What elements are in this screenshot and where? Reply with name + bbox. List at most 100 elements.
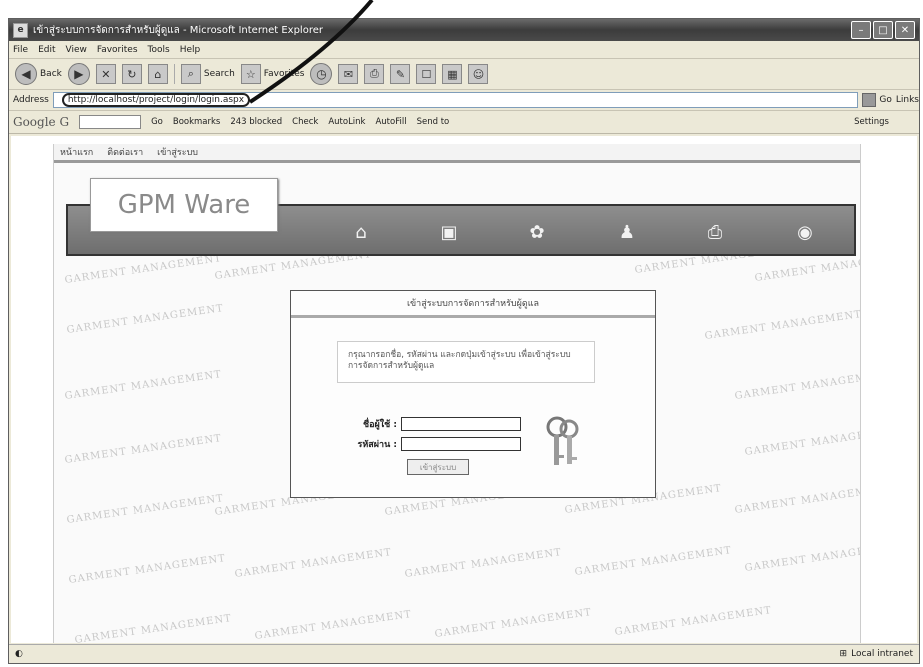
watermark-text: GARMENT MANAGEMENT — [734, 369, 861, 402]
history-button[interactable]: ◷ — [310, 63, 333, 85]
printer-menu-icon[interactable]: ⎙ — [702, 220, 728, 244]
menu-tools[interactable]: Tools — [148, 45, 170, 55]
back-label: Back — [40, 69, 62, 79]
watermark-text: GARMENT MANAGEMENT — [66, 303, 225, 336]
autofill-button[interactable]: AutoFill — [375, 117, 406, 127]
standard-toolbar: ◀ Back ▶ ✕ ↻ ⌂ ⌕ Search ☆ Favorites ◷ ✉ … — [9, 59, 919, 90]
window-title: เข้าสู่ระบบการจัดการสำหรับผู้ดูแล - Micr… — [33, 24, 323, 36]
zone-label: Local intranet — [851, 649, 913, 659]
messenger-button[interactable]: ☺ — [468, 64, 489, 84]
google-search-input[interactable] — [79, 115, 142, 129]
watermark-text: GARMENT MANAGEMENT — [64, 253, 223, 286]
links-label[interactable]: Links — [896, 95, 919, 105]
watermark-text: GARMENT MANAGEMENT — [66, 493, 225, 526]
menu-edit[interactable]: Edit — [38, 45, 55, 55]
watermark-text: GARMENT MANAGEMENT — [64, 433, 223, 466]
watermark-text: GARMENT MANAGEMENT — [704, 309, 861, 342]
edit-button[interactable]: ✎ — [390, 64, 411, 84]
go-arrow-icon — [862, 93, 877, 107]
back-arrow-icon: ◀ — [15, 63, 37, 85]
users-menu-icon[interactable]: ✿ — [524, 220, 550, 244]
menu-help[interactable]: Help — [180, 45, 201, 55]
power-menu-icon[interactable]: ◉ — [792, 220, 818, 244]
password-input[interactable] — [401, 437, 521, 451]
favorites-label: Favorites — [263, 69, 305, 79]
watermark-text: GARMENT MANAGEMENT — [404, 547, 563, 580]
close-button[interactable]: ✕ — [895, 21, 915, 39]
browser-viewport: GARMENT MANAGEMENT GARMENT MANAGEMENT GA… — [11, 136, 917, 643]
nav-home-link[interactable]: หน้าแรก — [60, 145, 93, 159]
mail-button[interactable]: ✉ — [338, 64, 359, 84]
watermark-text: GARMENT MANAGEMENT — [574, 545, 733, 578]
username-label: ชื่อผู้ใช้ : — [362, 420, 397, 430]
menu-bar: File Edit View Favorites Tools Help — [9, 41, 919, 59]
forward-button[interactable]: ▶ — [67, 63, 90, 85]
person-menu-icon[interactable]: ♟ — [614, 220, 640, 244]
username-row: ชื่อผู้ใช้ : — [345, 417, 521, 431]
bookmarks-button[interactable]: Bookmarks — [173, 117, 221, 127]
watermark-text: GARMENT MANAGEMENT — [74, 613, 233, 643]
search-icon: ⌕ — [180, 64, 201, 84]
nav-contact-link[interactable]: ติดต่อเรา — [107, 145, 143, 159]
google-go-button[interactable]: Go — [151, 117, 163, 127]
top-navigation: หน้าแรก ติดต่อเรา เข้าสู่ระบบ — [54, 144, 860, 163]
nav-login-link[interactable]: เข้าสู่ระบบ — [157, 145, 198, 159]
refresh-button[interactable]: ↻ — [121, 64, 142, 84]
print-button[interactable]: ⎙ — [364, 64, 385, 84]
stop-button[interactable]: ✕ — [95, 64, 116, 84]
title-bar: e เข้าสู่ระบบการจัดการสำหรับผู้ดูแล - Mi… — [9, 19, 919, 41]
zone-indicator: ⊞ Local intranet — [840, 649, 913, 659]
login-button[interactable]: เข้าสู่ระบบ — [407, 459, 469, 475]
maximize-button[interactable]: □ — [873, 21, 893, 39]
back-button[interactable]: ◀ Back — [15, 63, 62, 85]
watermark-text: GARMENT MANAGEMENT — [254, 609, 413, 642]
menu-file[interactable]: File — [13, 45, 28, 55]
discuss-button[interactable]: ☐ — [416, 64, 437, 84]
watermark-text: GARMENT MANAGEMENT — [614, 605, 773, 638]
browser-window: e เข้าสู่ระบบการจัดการสำหรับผู้ดูแล - Mi… — [8, 18, 920, 664]
calendar-menu-icon[interactable]: ▣ — [436, 220, 462, 244]
research-button[interactable]: ▦ — [442, 64, 463, 84]
popup-blocked-button[interactable]: 243 blocked — [230, 117, 282, 127]
status-bar: ◐ ⊞ Local intranet — [9, 644, 919, 663]
watermark-text: GARMENT MANAGEMENT — [68, 553, 227, 586]
address-input[interactable]: http://localhost/project/login/login.asp… — [52, 92, 859, 108]
site-logo: GPM Ware — [90, 178, 278, 232]
intranet-icon: ⊞ — [839, 649, 848, 659]
login-header: เข้าสู่ระบบการจัดการสำหรับผู้ดูแล — [291, 291, 655, 318]
minimize-button[interactable]: – — [851, 21, 871, 39]
menu-favorites[interactable]: Favorites — [97, 45, 138, 55]
home-button[interactable]: ⌂ — [147, 64, 168, 84]
favorites-button[interactable]: ☆ Favorites — [240, 64, 305, 84]
password-label: รหัสผ่าน : — [357, 440, 397, 450]
watermark-text: GARMENT MANAGEMENT — [64, 369, 223, 402]
address-url[interactable]: http://localhost/project/login/login.asp… — [61, 93, 251, 107]
watermark-text: GARMENT MANAGEMENT — [734, 483, 861, 516]
check-button[interactable]: Check — [292, 117, 318, 127]
page-status-icon: ◐ — [15, 649, 23, 659]
go-label: Go — [879, 95, 892, 105]
autolink-button[interactable]: AutoLink — [328, 117, 365, 127]
google-logo[interactable]: Google G — [13, 115, 69, 129]
watermark-text: GARMENT MANAGEMENT — [234, 547, 393, 580]
go-button[interactable]: Go — [862, 93, 892, 107]
address-label: Address — [13, 95, 49, 105]
watermark-text: GARMENT MANAGEMENT — [434, 607, 593, 640]
send-to-button[interactable]: Send to — [417, 117, 450, 127]
settings-button[interactable]: Settings — [854, 117, 919, 127]
ie-logo-icon: e — [13, 22, 28, 38]
menu-view[interactable]: View — [66, 45, 87, 55]
username-input[interactable] — [401, 417, 521, 431]
watermark-text: GARMENT MANAGEMENT — [744, 425, 861, 458]
home-menu-icon[interactable]: ⌂ — [348, 220, 374, 244]
search-button[interactable]: ⌕ Search — [180, 64, 235, 84]
google-toolbar: Google G Go Bookmarks 243 blocked Check … — [9, 111, 919, 134]
keys-icon — [546, 416, 579, 465]
login-instructions: กรุณากรอกชื่อ, รหัสผ่าน และกดปุ่มเข้าสู่… — [337, 341, 595, 383]
watermark-text: GARMENT MANAGEMENT — [744, 541, 861, 574]
web-page: GARMENT MANAGEMENT GARMENT MANAGEMENT GA… — [53, 144, 861, 643]
search-label: Search — [203, 69, 235, 79]
password-row: รหัสผ่าน : — [345, 437, 521, 451]
login-panel: เข้าสู่ระบบการจัดการสำหรับผู้ดูแล กรุณาก… — [290, 290, 656, 498]
toolbar-separator — [173, 64, 175, 84]
